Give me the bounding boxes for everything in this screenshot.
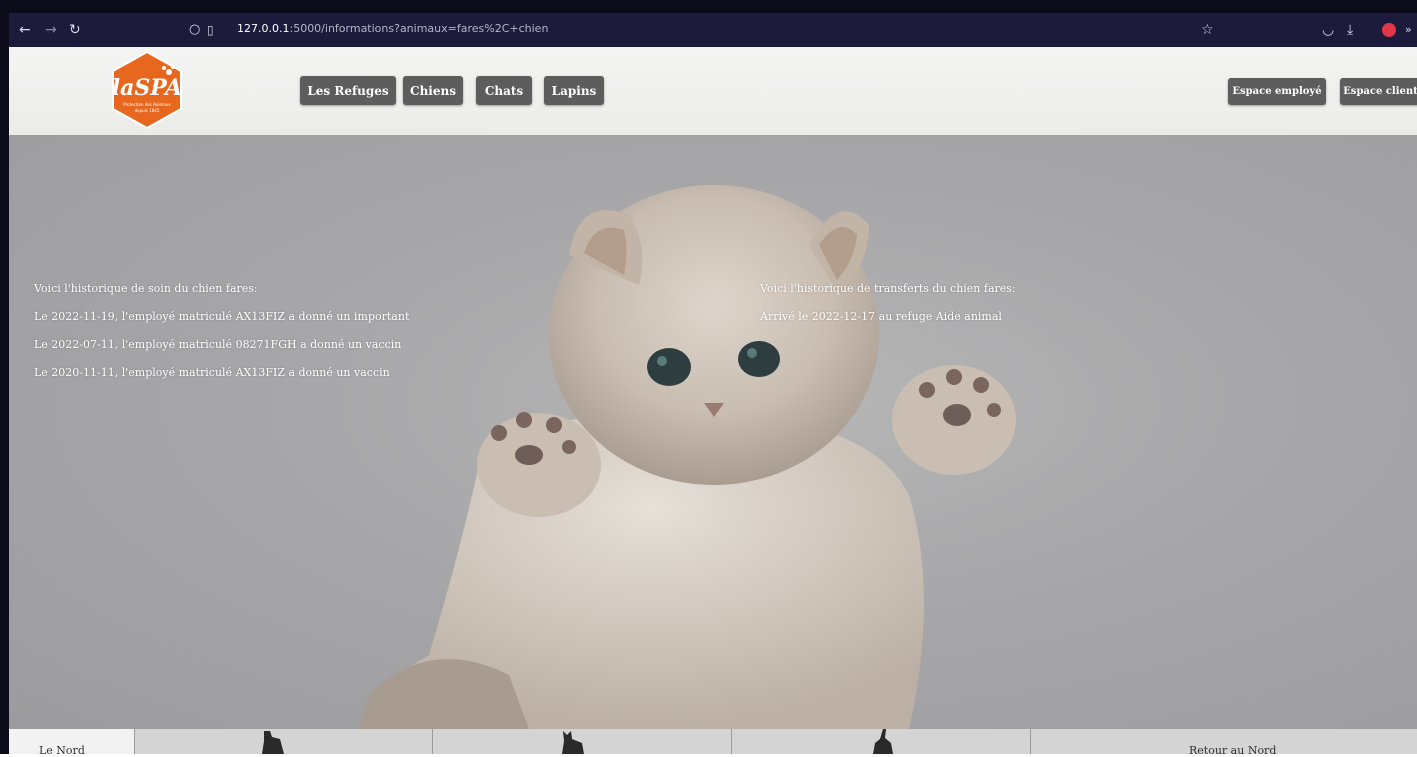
spa-logo[interactable]: laSPA Protection des Animaux depuis 1845 (109, 50, 185, 130)
nav-lapins[interactable]: Lapins (544, 76, 604, 105)
hero-section: Voici l'historique de soin du chien fare… (9, 135, 1417, 729)
espace-client-button[interactable]: Espace client (1340, 78, 1417, 105)
bookmark-star-icon[interactable]: ☆ (1201, 21, 1214, 39)
reload-icon[interactable]: ↻ (69, 21, 81, 39)
bottom-nav-strip: Le Nord Retour au Nord (9, 729, 1417, 757)
svg-text:Protection des Animaux: Protection des Animaux (123, 102, 171, 107)
svg-text:laSPA: laSPA (112, 75, 183, 101)
transferts-line: Arrivé le 2022-12-17 au refuge Aide anim… (760, 310, 1002, 323)
nav-les-refuges[interactable]: Les Refuges (300, 76, 396, 105)
site-header: laSPA Protection des Animaux depuis 1845… (9, 47, 1417, 135)
screen-edge-top (0, 0, 1417, 13)
extensions-overflow-icon[interactable]: » (1405, 21, 1412, 39)
url-path: :5000/informations?animaux=fares%2C+chie… (289, 22, 549, 35)
screen-edge-left (0, 0, 9, 754)
cat-silhouette-icon (562, 731, 584, 754)
soins-title: Voici l'historique de soin du chien fare… (34, 282, 258, 295)
download-icon[interactable]: ⤓ (1347, 21, 1353, 39)
browser-toolbar: ← → ↻ ○ ▯ 127.0.0.1:5000/informations?an… (9, 13, 1417, 47)
adblock-icon[interactable] (1382, 23, 1396, 37)
url-host: 127.0.0.1 (237, 22, 290, 35)
bottom-cell-right[interactable]: Retour au Nord (1030, 729, 1417, 757)
soins-history: Voici l'historique de soin du chien fare… (34, 275, 409, 387)
bottom-right-label: Retour au Nord (1189, 744, 1277, 757)
address-bar[interactable]: 127.0.0.1:5000/informations?animaux=fare… (237, 22, 548, 35)
rabbit-silhouette-icon (873, 729, 893, 754)
bottom-left-label: Le Nord (39, 744, 85, 757)
soins-line: Le 2022-07-11, l'employé matriculé 08271… (34, 338, 402, 351)
svg-text:depuis 1845: depuis 1845 (135, 108, 160, 113)
transferts-history: Voici l'historique de transferts du chie… (760, 275, 1016, 331)
nav-chats[interactable]: Chats (476, 76, 532, 105)
bottom-cell-left[interactable]: Le Nord (9, 729, 134, 757)
kitten-background-image (359, 185, 1016, 729)
soins-line: Le 2020-11-11, l'employé matriculé AX13F… (34, 366, 390, 379)
pocket-icon[interactable]: ◡ (1322, 21, 1334, 39)
forward-arrow-icon[interactable]: → (45, 21, 57, 39)
tracking-shield-icon[interactable]: ○ (189, 21, 200, 39)
page-icon: ▯ (207, 23, 214, 37)
nav-chiens[interactable]: Chiens (403, 76, 463, 105)
soins-line: Le 2022-11-19, l'employé matriculé AX13F… (34, 310, 410, 323)
dog-silhouette-icon (262, 731, 284, 754)
espace-employe-button[interactable]: Espace employé (1228, 78, 1326, 105)
bottom-cell-cat[interactable] (432, 729, 732, 754)
transferts-title: Voici l'historique de transferts du chie… (760, 282, 1016, 295)
bottom-cell-rabbit[interactable] (731, 729, 1031, 754)
back-arrow-icon[interactable]: ← (19, 21, 31, 39)
bottom-cell-dog[interactable] (134, 729, 433, 754)
